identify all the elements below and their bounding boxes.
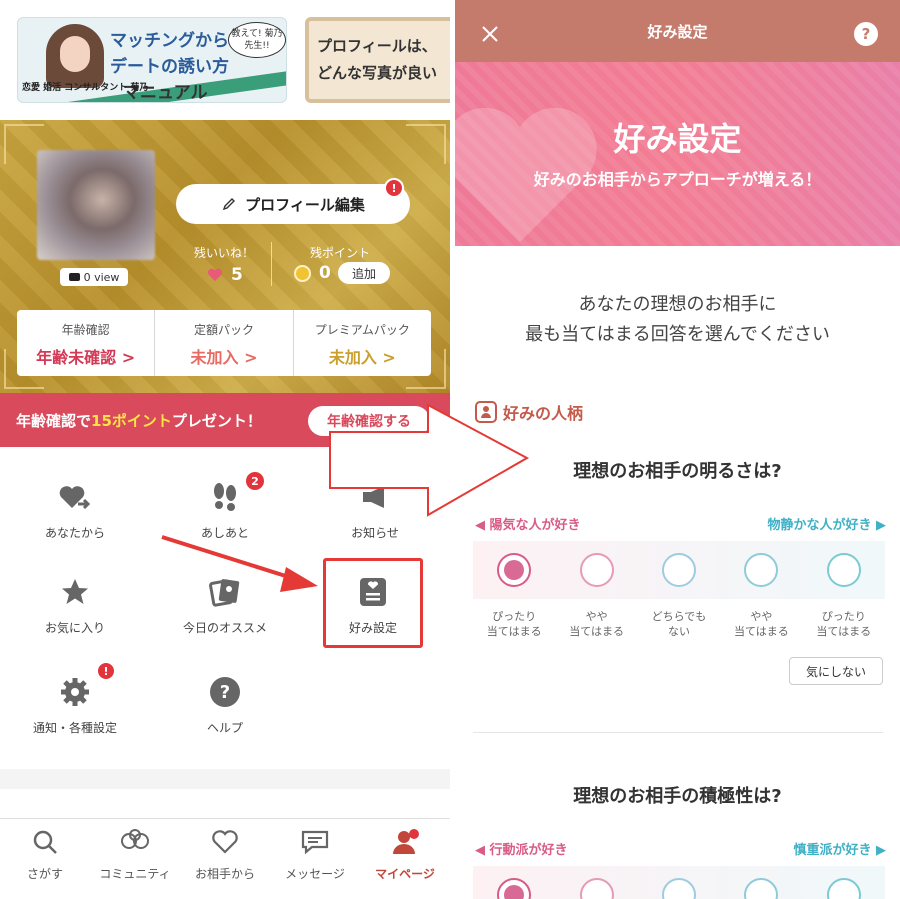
pointer-arrow-icon	[161, 535, 318, 592]
annotation-overlay	[161, 403, 530, 592]
guide-arrow-icon	[329, 403, 530, 517]
